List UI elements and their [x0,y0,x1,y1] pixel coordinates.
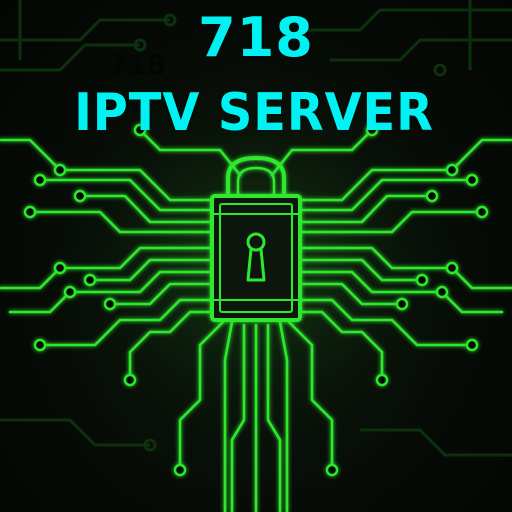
circuit-board-background [0,0,512,512]
title-number: 718 [198,6,314,69]
title-text: IPTV SERVER [74,83,434,143]
app-icon: 718 718 IPTV SERVER [0,0,512,512]
